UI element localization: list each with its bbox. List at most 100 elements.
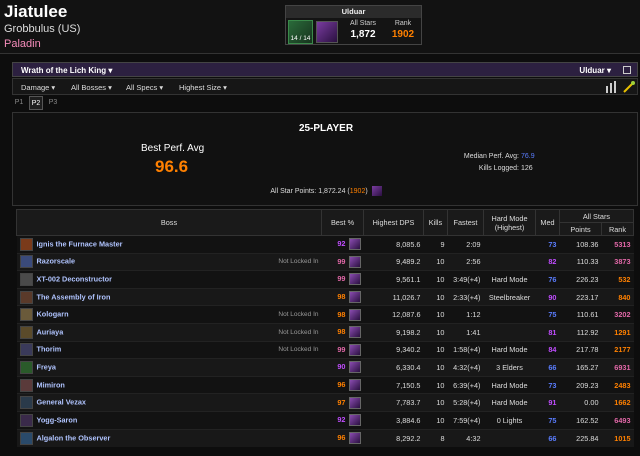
fastest: 4:32 [447,428,484,447]
table-row[interactable]: Freya 90 6,330.4 10 4:32(+4) 3 Elders 66 165.27… [16,358,634,377]
best-cell: 90 [321,358,364,377]
col-med[interactable]: Med [535,209,560,236]
hard-mode [483,428,536,447]
all-star-points-label: All Star Points: [270,187,317,195]
median-percent: 76 [548,274,557,284]
best-cell: 99 [321,252,364,271]
boss-icon [19,255,33,269]
table-row[interactable]: Thorim Not Locked In 99 9,340.2 10 1:58(+4) Ha… [16,340,634,359]
highest-dps: 9,561.1 [363,270,424,289]
best-percent: 97 [337,397,346,407]
spec-icon [348,255,361,268]
table-row[interactable]: Auriaya Not Locked In 98 9,198.2 10 1:41 81 112… [16,322,634,342]
boss-name-link[interactable]: Kologarn [37,310,69,319]
col-hardmode[interactable]: Hard Mode (Highest) [483,209,536,236]
boss-cell: Razorscale [16,252,231,271]
settings-icon[interactable] [622,80,636,94]
boss-name-link[interactable]: Yogg-Saron [37,415,78,424]
rank-col: Rank 1902 [386,20,420,40]
boss-name-link[interactable]: Razorscale [37,257,76,266]
median-cell: 73 [535,235,560,254]
col-points[interactable]: Points [559,222,602,236]
all-star-rank-close: ) [365,187,368,195]
median-cell: 73 [535,375,560,394]
median-percent: 66 [548,362,557,372]
lock-status [230,375,322,394]
points: 112.92 [559,322,602,342]
spec-icon [348,432,361,445]
best-percent: 92 [337,415,346,425]
col-kills[interactable]: Kills [423,209,448,236]
median-cell: 82 [535,252,560,271]
boss-name-link[interactable]: General Vezax [37,398,87,407]
rank: 1291 [614,327,631,337]
fastest: 4:32(+4) [447,358,484,377]
fastest: 2:09 [447,235,484,254]
points: 162.52 [559,410,602,430]
fastest: 6:39(+4) [447,375,484,394]
median-perf-label: Median Perf. Avg: [463,153,519,160]
boss-icon [19,272,33,286]
highest-dps: 3,884.6 [363,410,424,430]
table-row[interactable]: Ignis the Furnace Master 92 8,085.6 9 2:09 73… [16,235,634,254]
spec-icon [348,379,361,392]
table-row[interactable]: Razorscale Not Locked In 99 9,489.2 10 2:56 82… [16,252,634,271]
best-percent: 99 [337,256,346,266]
col-rank[interactable]: Rank [601,222,634,236]
highest-dps: 12,087.6 [363,305,424,324]
best-perf-value: 96.6 [155,157,189,176]
boss-name-link[interactable]: Thorim [37,345,62,354]
size-filter-dropdown[interactable]: Highest Size ▾ [179,83,227,92]
fastest: 1:12 [447,305,484,324]
table-row[interactable]: Kologarn Not Locked In 98 12,087.6 10 1:12 75 1… [16,305,634,324]
table-row[interactable]: General Vezax 97 7,783.7 10 5:28(+4) Hard Mod… [16,393,634,412]
rank-cell: 2483 [601,375,634,394]
boss-cell: Auriaya [16,322,231,342]
expand-icon[interactable] [623,66,631,74]
boss-name-link[interactable]: Mimiron [37,380,65,389]
boss-name-link[interactable]: Algalon the Observer [37,433,111,442]
highest-dps: 11,026.7 [363,287,424,306]
col-hardmode-label: Hard Mode [491,213,528,223]
spec-icon [316,21,338,43]
col-dps[interactable]: Highest DPS [363,209,424,236]
kills: 10 [423,322,448,342]
boss-name-link[interactable]: Ignis the Furnace Master [37,239,123,248]
boss-name-link[interactable]: The Assembly of Iron [37,292,111,301]
rank: 3202 [614,310,631,320]
table-row[interactable]: Algalon the Observer 96 8,292.2 8 4:32 66 225.… [16,428,634,447]
best-percent: 92 [337,239,346,249]
boss-icon [19,343,33,357]
tab-p2[interactable]: P2 [29,96,43,110]
boss-name-link[interactable]: Auriaya [37,327,64,336]
boss-name-link[interactable]: Freya [37,362,56,371]
spec-icon [348,361,361,374]
chart-view-icon[interactable] [605,80,619,94]
tab-p3[interactable]: P3 [46,96,60,110]
rank-cell: 840 [601,287,634,306]
boss-name-link[interactable]: XT-002 Deconstructor [37,274,112,283]
spec-icon [348,343,361,356]
zone-dropdown[interactable]: Ulduar ▾ [579,66,611,75]
table-row[interactable]: Yogg-Saron 92 3,884.6 10 7:59(+4) 0 Lights 75 1… [16,410,634,430]
table-row[interactable]: Mimiron 96 7,150.5 10 6:39(+4) Hard Mode 73 209… [16,375,634,394]
kills: 10 [423,287,448,306]
col-fastest[interactable]: Fastest [447,209,484,236]
table-row[interactable]: The Assembly of Iron 98 11,026.7 10 2:33(+4)… [16,287,634,306]
table-row[interactable]: XT-002 Deconstructor 99 9,561.1 10 3:49(+4) H… [16,270,634,289]
zone-summary-box[interactable]: Ulduar 14 / 14 All Stars 1,872 Rank 1902 [285,5,422,45]
expansion-dropdown[interactable]: Wrath of the Lich King ▾ [21,66,112,75]
rank-cell: 1015 [601,428,634,447]
col-best[interactable]: Best % [321,209,364,236]
col-boss[interactable]: Boss [16,209,322,236]
spec-icon [348,291,361,304]
median-percent: 75 [548,310,557,320]
spec-filter-dropdown[interactable]: All Specs ▾ [126,83,163,92]
highest-dps: 9,340.2 [363,340,424,359]
lock-status [230,358,322,377]
hard-mode: Steelbreaker [483,287,536,306]
best-cell: 99 [321,270,364,289]
metric-dropdown[interactable]: Damage ▾ [21,83,55,92]
tab-p1[interactable]: P1 [12,96,26,110]
boss-filter-dropdown[interactable]: All Bosses ▾ [71,83,112,92]
